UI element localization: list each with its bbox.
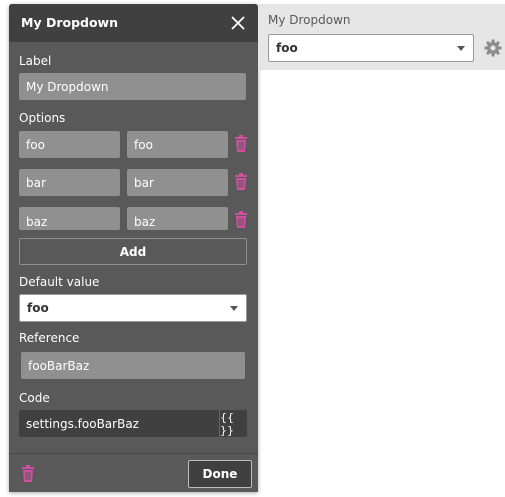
- option-key-input[interactable]: bar: [19, 169, 120, 196]
- options-section-label: Options: [19, 111, 66, 125]
- chevron-down-icon: [230, 306, 238, 311]
- trash-icon: [235, 211, 247, 228]
- preview-selected-value: foo: [276, 41, 298, 55]
- option-value-input[interactable]: foo: [127, 131, 228, 158]
- code-value: settings.fooBarBaz: [26, 416, 139, 431]
- option-value-input[interactable]: baz: [127, 207, 228, 230]
- option-key-input[interactable]: foo: [19, 131, 120, 158]
- delete-option-button[interactable]: [233, 211, 249, 229]
- panel-footer: Done: [9, 453, 258, 492]
- label-input[interactable]: My Dropdown: [19, 73, 246, 100]
- code-field[interactable]: settings.fooBarBaz {{ }}: [19, 410, 247, 437]
- default-value-selected: foo: [27, 301, 49, 315]
- code-section-label: Code: [19, 391, 50, 405]
- default-value-section-label: Default value: [19, 275, 100, 289]
- default-value-select[interactable]: foo: [19, 294, 247, 322]
- panel-title: My Dropdown: [21, 15, 118, 30]
- trash-icon: [235, 135, 247, 152]
- close-icon: [231, 16, 245, 30]
- gear-icon: [484, 39, 502, 57]
- dropdown-settings-panel: My Dropdown Label My Dropdown Options fo…: [9, 4, 258, 492]
- delete-option-button[interactable]: [233, 173, 249, 191]
- done-button[interactable]: Done: [188, 460, 252, 488]
- code-expression-button[interactable]: {{ }}: [219, 410, 247, 437]
- settings-button[interactable]: [484, 39, 502, 57]
- option-key-input[interactable]: baz: [19, 207, 120, 230]
- preview-label: My Dropdown: [268, 13, 351, 27]
- reference-section-label: Reference: [19, 331, 80, 345]
- label-section-label: Label: [19, 54, 52, 68]
- trash-icon: [22, 465, 34, 482]
- delete-component-button[interactable]: [20, 465, 36, 483]
- dropdown-preview: My Dropdown foo: [258, 4, 505, 70]
- trash-icon: [235, 173, 247, 190]
- chevron-down-icon: [457, 46, 465, 51]
- close-button[interactable]: [228, 13, 248, 33]
- panel-header: My Dropdown: [9, 4, 258, 42]
- reference-input[interactable]: fooBarBaz: [21, 352, 245, 379]
- add-option-button[interactable]: Add: [19, 238, 247, 265]
- delete-option-button[interactable]: [233, 135, 249, 153]
- preview-dropdown-select[interactable]: foo: [268, 34, 474, 62]
- option-value-input[interactable]: bar: [127, 169, 228, 196]
